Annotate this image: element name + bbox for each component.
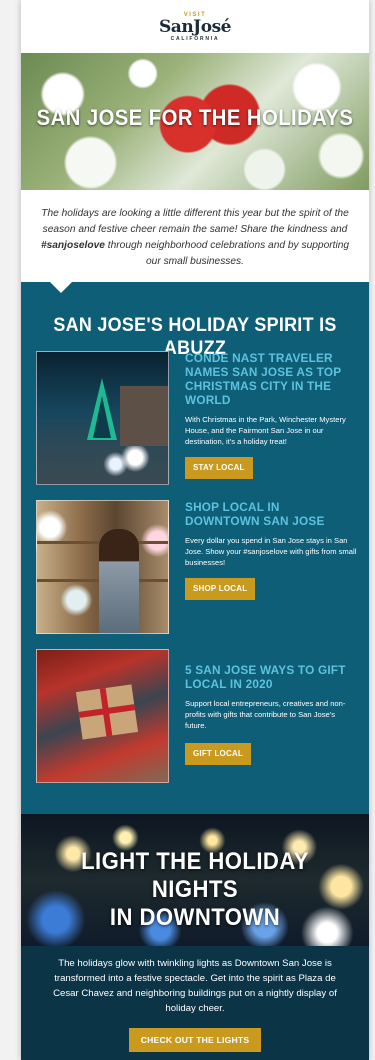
lights-banner[interactable]: LIGHT THE HOLIDAY NIGHTS IN DOWNTOWN [21,814,369,946]
article-card: SHOP LOCAL IN DOWNTOWN SAN JOSE Every do… [36,500,356,634]
shopper-shape [99,529,139,633]
intro-text-2: through neighborhood celebrations and by… [104,240,350,267]
article-card: CONDE NAST TRAVELER NAMES SAN JOSE AS TO… [36,351,356,485]
shopping-photo[interactable] [36,500,169,634]
section-notch-arrow [49,281,73,293]
card-title[interactable]: SHOP LOCAL IN DOWNTOWN SAN JOSE [185,500,357,528]
gift-local-button[interactable]: GIFT LOCAL [185,743,251,765]
stay-local-button[interactable]: STAY LOCAL [185,457,253,479]
building-shape [120,386,168,446]
card-title[interactable]: 5 SAN JOSE WAYS TO GIFT LOCAL IN 2020 [185,663,357,691]
logo-name-text: SanJosé [159,16,231,37]
light-tree-inner [93,396,111,438]
card-description: Support local entrepreneurs, creatives a… [185,699,346,730]
holiday-spirit-section: SAN JOSE'S HOLIDAY SPIRIT IS ABUZZ CONDE… [21,281,369,814]
card-description: Every dollar you spend in San Jose stays… [185,536,357,567]
lights-title-line-2: IN DOWNTOWN [109,904,281,931]
check-out-lights-button[interactable]: CHECK OUT THE LIGHTS [128,1028,262,1052]
gift-wrapping-photo[interactable] [36,649,169,783]
christmas-tree-photo[interactable] [36,351,169,485]
email-frame: VISIT SanJosé CALIFORNIA SAN JOSE FOR TH… [21,0,369,1060]
lights-section: The holidays glow with twinkling lights … [21,946,369,1060]
hero-title: SAN JOSE FOR THE HOLIDAYS [36,105,354,130]
shop-local-button[interactable]: SHOP LOCAL [185,578,256,600]
card-body: 5 SAN JOSE WAYS TO GIFT LOCAL IN 2020 Su… [185,649,357,765]
intro-paragraph: The holidays are looking a little differ… [21,190,369,282]
card-description: With Christmas in the Park, Winchester M… [185,415,346,446]
article-card: 5 SAN JOSE WAYS TO GIFT LOCAL IN 2020 Su… [36,649,356,783]
header: VISIT SanJosé CALIFORNIA [21,0,369,53]
visit-san-jose-logo[interactable]: VISIT SanJosé CALIFORNIA [159,12,231,42]
card-body: SHOP LOCAL IN DOWNTOWN SAN JOSE Every do… [185,500,357,600]
gift-box-shape [75,684,139,740]
intro-text-1: The holidays are looking a little differ… [41,208,349,235]
lights-title: LIGHT THE HOLIDAY NIGHTS IN DOWNTOWN [35,848,355,932]
card-title[interactable]: CONDE NAST TRAVELER NAMES SAN JOSE AS TO… [185,351,357,407]
lights-title-line-1: LIGHT THE HOLIDAY NIGHTS [81,848,309,903]
hero-banner[interactable]: SAN JOSE FOR THE HOLIDAYS [21,53,369,190]
card-body: CONDE NAST TRAVELER NAMES SAN JOSE AS TO… [185,351,357,479]
logo-state-text: CALIFORNIA [170,35,220,42]
intro-hashtag: #sanjoselove [40,240,105,251]
lights-description: The holidays glow with twinkling lights … [53,958,337,1014]
